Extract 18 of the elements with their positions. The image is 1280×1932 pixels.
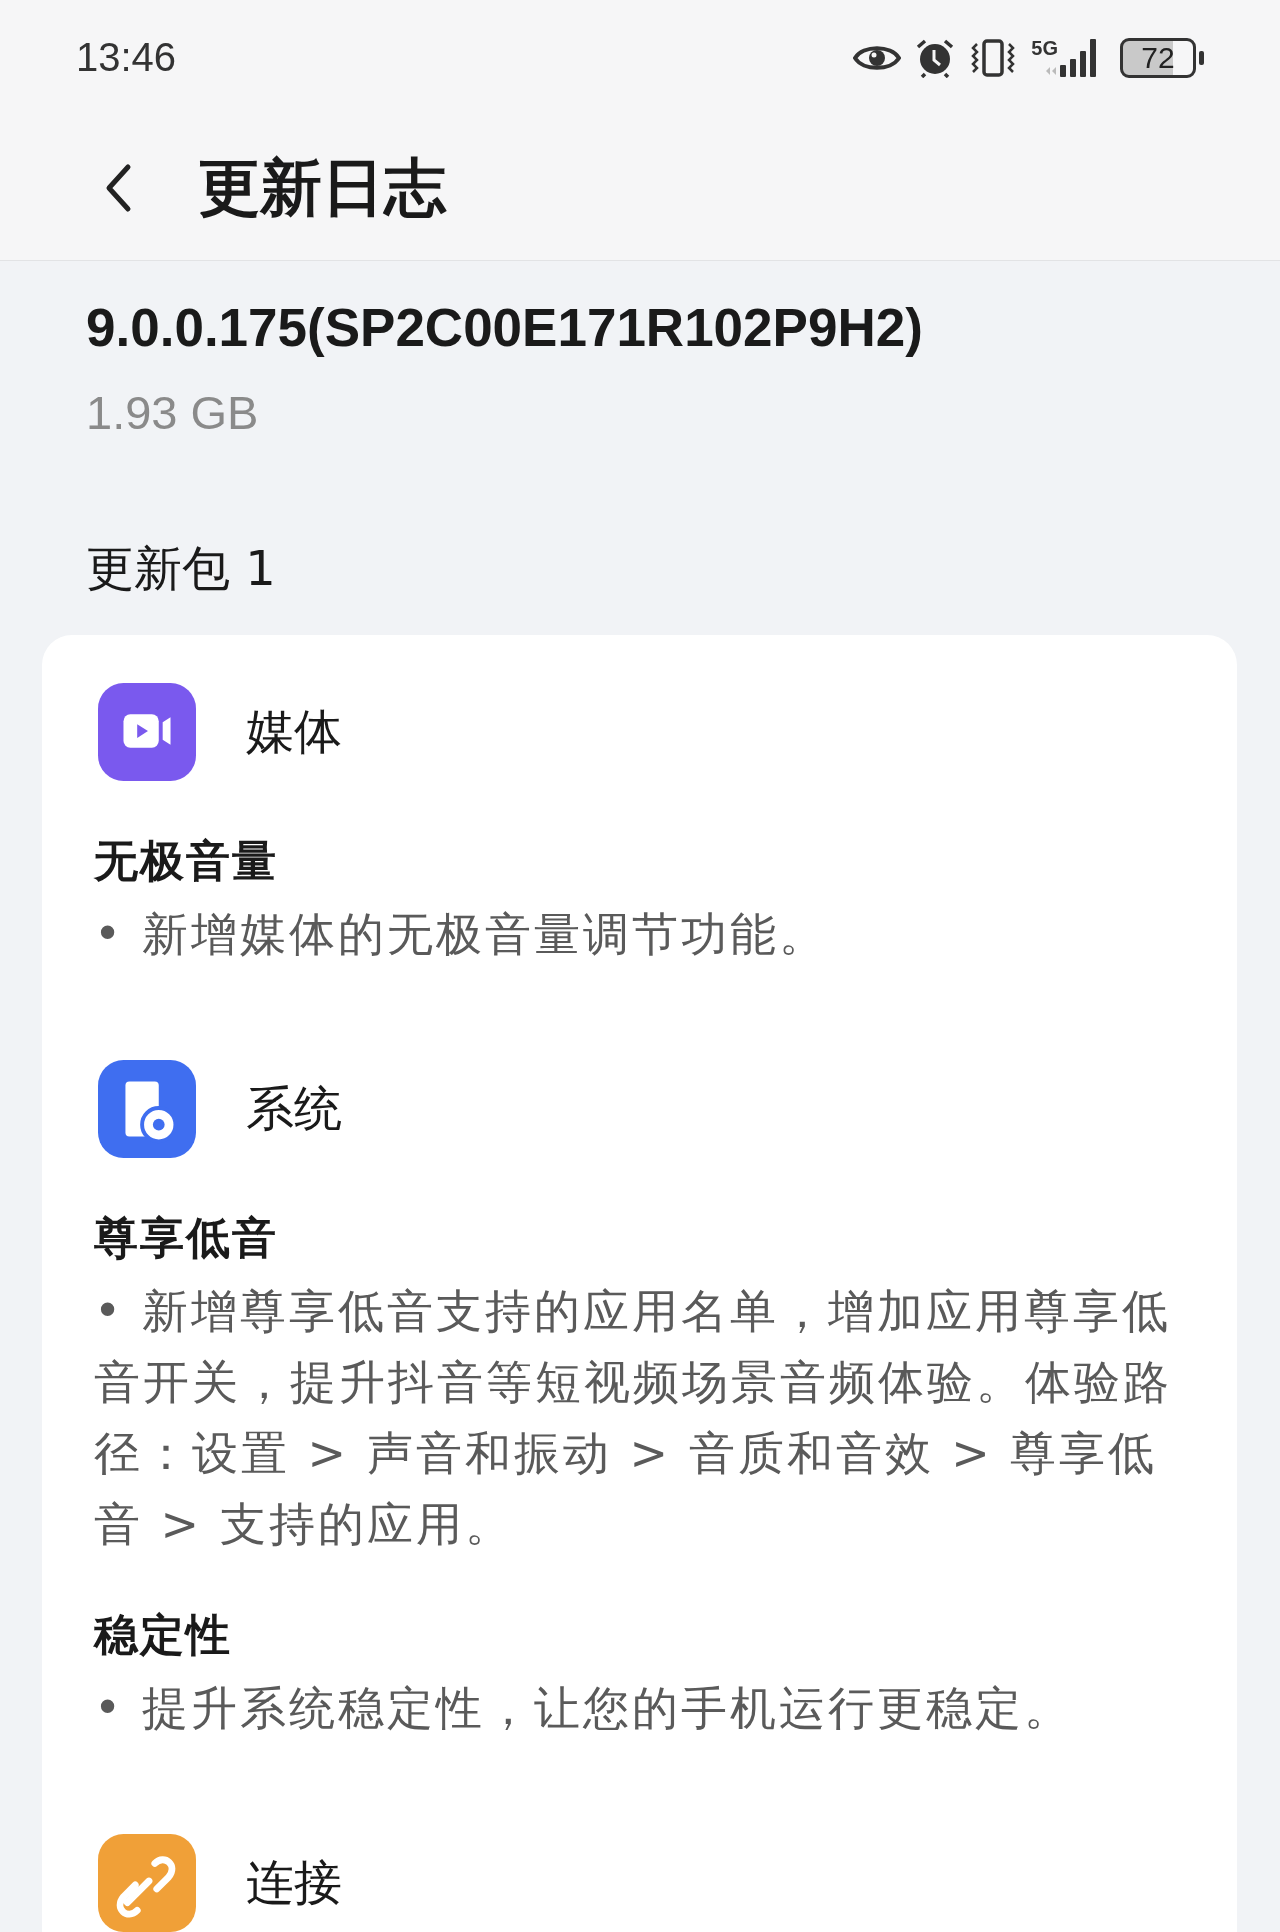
network-type: 5G (1031, 36, 1058, 60)
feature-title: 无极音量 (94, 834, 279, 888)
feature-description: • 新增媒体的无极音量调节功能。 (94, 906, 829, 963)
version-number: 9.0.0.175(SP2C00E171R102P9H2) (86, 297, 924, 359)
section-heading: 更新包 1 (86, 539, 277, 598)
category-title: 连接 (246, 1853, 342, 1912)
feature-description: • 新增尊享低音支持的应用名单，增加应用尊享低音开关，提升抖音等短视频场景音频体验。体验路径：设置 > 声音和振动 > 音质和音效 > 尊享低音 > 支持的应用。 (94, 1283, 1173, 1553)
category-title: 媒体 (246, 702, 342, 761)
category-title: 系统 (246, 1079, 342, 1138)
page-title: 更新日志 (198, 149, 446, 226)
media-app-icon (98, 683, 196, 781)
feature-title: 尊享低音 (94, 1211, 279, 1265)
feature-description: • 提升系统稳定性，让您的手机运行更稳定。 (94, 1680, 1074, 1737)
clock-time: 13:46 (76, 35, 177, 81)
package-size: 1.93 GB (86, 385, 260, 441)
phone-gear-icon (98, 1060, 196, 1158)
alarm-clock-icon (915, 37, 956, 78)
feature-title: 稳定性 (94, 1608, 233, 1662)
